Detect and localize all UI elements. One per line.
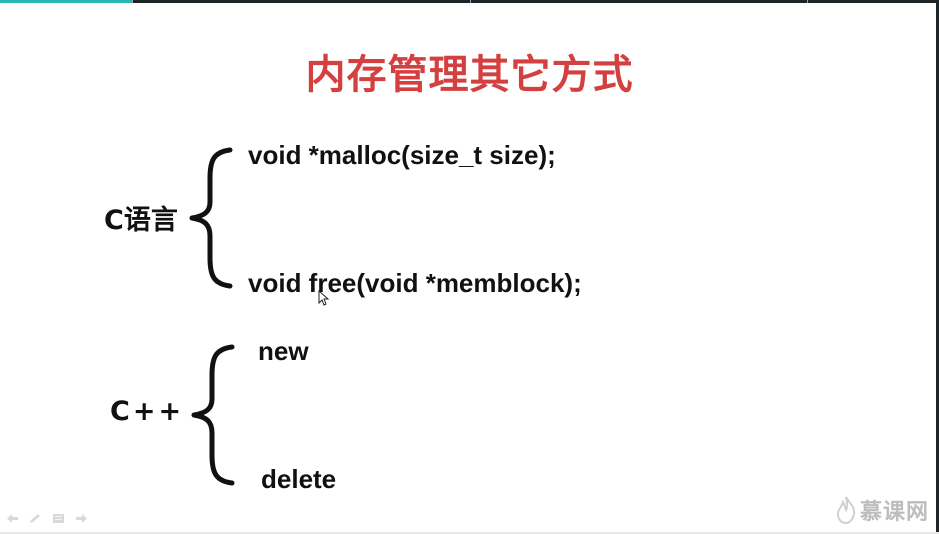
progress-accent bbox=[0, 0, 132, 3]
segment-divider bbox=[132, 0, 133, 3]
site-watermark: 慕课网 bbox=[836, 494, 929, 526]
presentation-toolbar bbox=[6, 513, 88, 524]
mouse-pointer-icon bbox=[318, 290, 330, 306]
delete-keyword: delete bbox=[261, 464, 337, 494]
menu-icon[interactable] bbox=[52, 513, 65, 524]
new-keyword: new bbox=[258, 336, 309, 366]
flame-logo-icon bbox=[836, 496, 856, 524]
group-label-cpp: C++ bbox=[110, 396, 185, 427]
segment-divider bbox=[807, 0, 808, 3]
segment-divider bbox=[470, 0, 471, 3]
video-top-bar bbox=[0, 0, 939, 3]
curly-brace-icon bbox=[189, 147, 233, 289]
slide-title: 内存管理其它方式 bbox=[305, 52, 634, 98]
free-signature: void free(void *memblock); bbox=[248, 268, 582, 298]
prev-arrow-icon[interactable] bbox=[6, 513, 19, 524]
curly-brace-icon bbox=[191, 344, 235, 486]
next-arrow-icon[interactable] bbox=[75, 513, 88, 524]
pen-icon[interactable] bbox=[29, 513, 42, 524]
group-label-c: C语言 bbox=[104, 205, 178, 236]
malloc-signature: void *malloc(size_t size); bbox=[248, 140, 556, 170]
watermark-text: 慕课网 bbox=[859, 500, 929, 525]
